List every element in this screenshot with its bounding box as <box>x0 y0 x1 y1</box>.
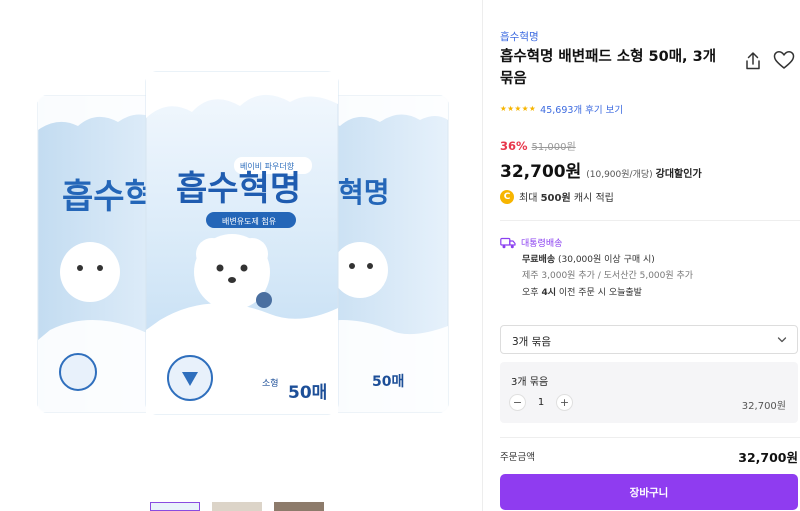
diaper-pad-package-illustration: 흡수혁 혁명 50매 베이비 파우더향 흡수혁명 배변유도제 첨유 소형 50매 <box>37 71 449 415</box>
package-logo: 흡수혁명 <box>176 169 301 209</box>
quantity-value[interactable]: 1 <box>526 397 556 408</box>
increase-quantity-button[interactable]: + <box>556 394 573 411</box>
product-info-panel: 흡수혁명 흡수혁명 배변패드 소형 50매, 3개 묶음 ★ ★ ★ ★ ★ 4… <box>500 0 800 511</box>
cash-amount: 500원 <box>540 193 571 204</box>
heart-icon[interactable] <box>772 49 796 71</box>
sale-price: 32,700원 <box>500 162 582 182</box>
svg-text:50매: 50매 <box>372 374 404 390</box>
product-title: 흡수혁명 배변패드 소형 50매, 3개 묶음 <box>500 49 717 87</box>
cash-reward-row: C 최대 500원 캐시 적립 <box>500 189 614 204</box>
thumbnail-2[interactable] <box>212 502 262 511</box>
discount-row: 36% 51,000원 <box>500 138 576 153</box>
order-total-label: 주문금액 <box>500 452 535 463</box>
section-divider <box>500 220 800 221</box>
svg-text:혁명: 혁명 <box>338 176 390 209</box>
svg-text:흡수혁: 흡수혁 <box>62 177 156 217</box>
shipping-header: 대통령배송 <box>500 236 562 249</box>
add-to-cart-button[interactable]: 장바구니 <box>500 474 798 510</box>
free-shipping-label: 무료배송 <box>522 255 556 265</box>
package-count-text: 50매 <box>288 383 327 403</box>
dispatch-prefix: 오후 <box>522 288 539 298</box>
order-total-row: 주문금액 32,700원 <box>500 447 798 465</box>
shipping-type: 대통령배송 <box>521 239 563 249</box>
sale-tag: 강대할인가 <box>655 169 702 180</box>
unit-price: (10,900원/개당) <box>586 170 653 180</box>
review-link[interactable]: 45,693개 후기 보기 <box>540 102 623 116</box>
star-icon: ★ <box>507 104 514 113</box>
panel-divider <box>482 0 483 511</box>
free-shipping-text: 무료배송 (30,000원 이상 구매 시) <box>522 252 655 265</box>
cash-reward-text: 최대 500원 캐시 적립 <box>519 189 614 204</box>
rating-row: ★ ★ ★ ★ ★ 45,693개 후기 보기 <box>500 102 623 116</box>
package-subtext: 배변유도제 첨유 <box>222 216 276 226</box>
share-icon[interactable] <box>742 50 764 72</box>
option-select[interactable]: 3개 묶음 <box>500 325 798 354</box>
free-shipping-condition: (30,000원 이상 구매 시) <box>558 255 655 265</box>
truck-icon <box>500 237 516 248</box>
package-front: 베이비 파우더향 흡수혁명 배변유도제 첨유 소형 50매 <box>145 71 339 415</box>
extra-fee-text: 제주 3,000원 추가 / 도서산간 5,000원 추가 <box>522 271 694 281</box>
package-size-text: 소형 <box>262 378 279 389</box>
star-icon: ★ <box>514 104 522 113</box>
dispatch-suffix: 이전 주문 시 오늘출발 <box>558 288 642 298</box>
original-price: 51,000원 <box>531 142 576 153</box>
dispatch-text: 오후 4시 이전 주문 시 오늘출발 <box>522 285 642 298</box>
cash-prefix: 최대 <box>519 193 538 204</box>
cash-suffix: 캐시 적립 <box>573 193 614 204</box>
star-icon: ★ <box>521 104 529 113</box>
star-icon: ★ <box>528 104 536 113</box>
selected-option-card: 3개 묶음 − 1 + 32,700원 <box>500 362 798 423</box>
quantity-stepper: − 1 + <box>509 394 573 411</box>
price-row: 32,700원 (10,900원/개당) 강대할인가 <box>500 157 702 182</box>
star-icon: ★ <box>500 104 507 113</box>
selected-option-name: 3개 묶음 <box>511 377 549 388</box>
order-total-price: 32,700원 <box>738 450 798 465</box>
section-divider <box>500 437 800 438</box>
option-select-value: 3개 묶음 <box>512 336 551 348</box>
product-gallery: 흡수혁 혁명 50매 베이비 파우더향 흡수혁명 배변유도제 첨유 소형 50매 <box>0 0 482 511</box>
thumbnail-1[interactable] <box>150 502 200 511</box>
chevron-down-icon <box>777 337 787 343</box>
coin-icon: C <box>500 189 514 204</box>
discount-rate: 36% <box>500 139 528 153</box>
option-price: 32,700원 <box>741 401 786 412</box>
star-rating: ★ ★ ★ ★ ★ <box>500 102 536 116</box>
brand-link[interactable]: 흡수혁명 <box>500 29 539 44</box>
decrease-quantity-button[interactable]: − <box>509 394 526 411</box>
dispatch-time: 4시 <box>541 288 556 298</box>
thumbnail-3[interactable] <box>274 502 324 511</box>
product-main-image[interactable]: 흡수혁 혁명 50매 베이비 파우더향 흡수혁명 배변유도제 첨유 소형 50매 <box>0 0 482 500</box>
